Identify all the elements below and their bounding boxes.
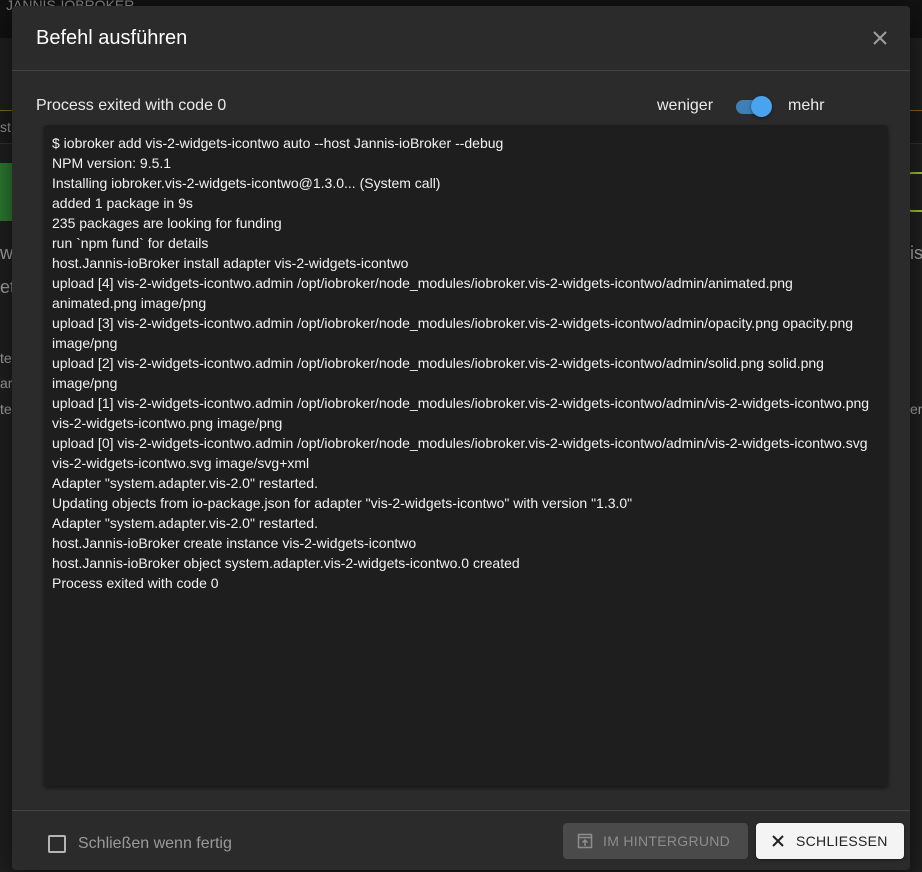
log-line: NPM version: 9.5.1: [52, 155, 172, 171]
log-line: run `npm fund` for details: [52, 235, 209, 251]
close-icon[interactable]: [868, 26, 892, 50]
log-line: upload [4] vis-2-widgets-icontwo.admin /…: [52, 275, 793, 311]
status-row: Process exited with code 0 weniger mehr: [36, 95, 886, 119]
run-in-background-button[interactable]: IM HINTERGRUND: [563, 823, 748, 859]
log-line: 235 packages are looking for funding: [52, 215, 282, 231]
dialog-header: Befehl ausführen: [12, 6, 910, 71]
log-line: $ iobroker add vis-2-widgets-icontwo aut…: [52, 135, 504, 151]
background-text-fragment: te: [0, 350, 12, 366]
log-line: upload [0] vis-2-widgets-icontwo.admin /…: [52, 435, 868, 471]
close-when-done-label: Schließen wenn fertig: [78, 835, 232, 852]
toggle-more-label: mehr: [788, 97, 825, 114]
close-button[interactable]: SCHLIESSEN: [756, 823, 904, 859]
process-status: Process exited with code 0: [36, 97, 227, 114]
background-text-fragment: en: [910, 401, 922, 417]
run-in-background-label: IM HINTERGRUND: [603, 833, 731, 849]
log-line: Installing iobroker.vis-2-widgets-icontw…: [52, 175, 441, 191]
background-text-fragment: is: [910, 243, 922, 263]
log-line: host.Jannis-ioBroker install adapter vis…: [52, 255, 409, 271]
background-text-fragment: te: [0, 401, 12, 417]
log-line: Adapter "system.adapter.vis-2.0" restart…: [52, 515, 318, 531]
log-line: upload [2] vis-2-widgets-icontwo.admin /…: [52, 355, 824, 391]
execute-command-dialog: Befehl ausführen Process exited with cod…: [12, 6, 910, 870]
toggle-less-label: weniger: [657, 97, 714, 114]
log-line: upload [1] vis-2-widgets-icontwo.admin /…: [52, 395, 870, 431]
dialog-title: Befehl ausführen: [36, 27, 188, 49]
log-line: host.Jannis-ioBroker create instance vis…: [52, 535, 417, 551]
checkbox-box: [48, 835, 66, 853]
log-line: upload [3] vis-2-widgets-icontwo.admin /…: [52, 315, 854, 351]
close-button-label: SCHLIESSEN: [796, 833, 888, 849]
log-line: host.Jannis-ioBroker object system.adapt…: [52, 555, 520, 571]
background-tab-fragment: st: [0, 119, 11, 135]
dialog-footer: Schließen wenn fertig IM HINTERGRUND SCH…: [12, 810, 910, 870]
log-line: Adapter "system.adapter.vis-2.0" restart…: [52, 475, 318, 491]
close-icon: [770, 833, 786, 849]
toggle-thumb: [751, 96, 772, 117]
log-line: added 1 package in 9s: [52, 195, 193, 211]
log-line: Updating objects from io-package.json fo…: [52, 495, 633, 511]
verbosity-toggle[interactable]: [734, 95, 774, 119]
command-output-console: $ iobroker add vis-2-widgets-icontwo aut…: [44, 125, 888, 786]
log-line: Process exited with code 0: [52, 575, 219, 591]
open-in-background-icon: [577, 833, 593, 849]
